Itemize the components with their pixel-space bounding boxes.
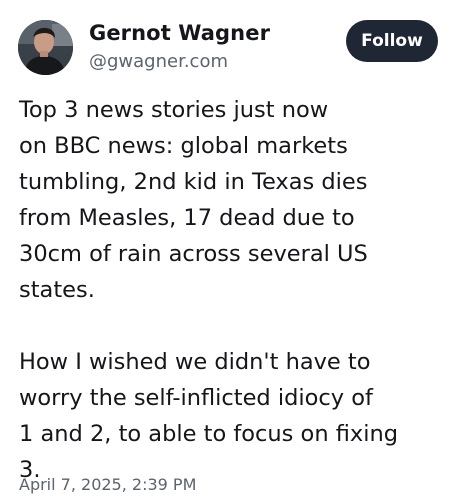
post-text-line: from Measles, 17 dead due to [19, 205, 355, 231]
post-text: Top 3 news stories just now on BBC news:… [19, 92, 439, 488]
post-text-line: 30cm of rain across several US [19, 241, 368, 267]
profile-photo-icon [18, 20, 73, 75]
author-name[interactable]: Gernot Wagner [89, 21, 270, 45]
post-text-line: worry the self-inflicted idiocy of [19, 385, 373, 411]
post-text-line: tumbling, 2nd kid in Texas dies [19, 169, 368, 195]
follow-button[interactable]: Follow [346, 20, 438, 62]
author-handle[interactable]: @gwagner.com [89, 51, 228, 72]
avatar[interactable] [18, 20, 73, 75]
post-header: Gernot Wagner @gwagner.com Follow [18, 20, 438, 76]
post-text-line: states. [19, 277, 95, 303]
post-card: Gernot Wagner @gwagner.com Follow Top 3 … [0, 0, 455, 500]
post-timestamp[interactable]: April 7, 2025, 2:39 PM [19, 475, 196, 494]
post-text-line: Top 3 news stories just now [19, 97, 329, 123]
post-text-line: How I wished we didn't have to [19, 349, 371, 375]
post-text-line: on BBC news: global markets [19, 133, 348, 159]
post-text-line: 1 and 2, to able to focus on fixing [19, 421, 399, 447]
